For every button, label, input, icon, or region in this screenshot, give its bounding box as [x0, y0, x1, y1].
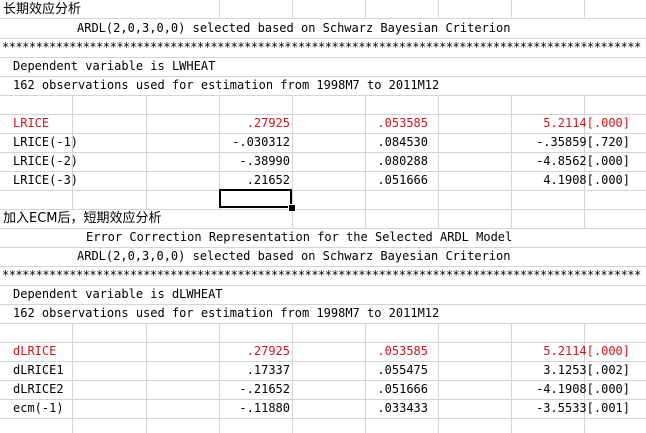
- section2-separator: ****************************************…: [2, 268, 642, 282]
- fill-handle[interactable]: [288, 204, 296, 212]
- coefficient: .27925: [246, 116, 290, 130]
- section1-subtitle: ARDL(2,0,3,0,0) selected based on Schwar…: [77, 21, 511, 35]
- table-row: ecm(-1) -.11880 .033433 -3.5533[.001]: [0, 399, 646, 418]
- t-ratio: 5.2114[.000]: [543, 116, 630, 130]
- standard-error: .084530: [377, 135, 428, 149]
- section2-dependent-variable: Dependent variable is dLWHEAT: [13, 287, 223, 301]
- t-ratio: -4.1908[.000]: [536, 382, 630, 396]
- coefficient: .27925: [246, 344, 290, 358]
- grid-line: [0, 323, 646, 324]
- t-ratio: 4.1908[.000]: [543, 173, 630, 187]
- coefficient: .17337: [246, 363, 290, 377]
- section2-heading: 加入ECM后，短期效应分析: [3, 211, 162, 226]
- grid-line: [0, 95, 646, 96]
- variable-name: dLRICE1: [13, 363, 64, 377]
- variable-name: LRICE: [13, 116, 50, 130]
- t-ratio: 5.2114[.000]: [543, 344, 630, 358]
- variable-name: LRICE(-1): [13, 135, 79, 149]
- spreadsheet-grid[interactable]: 长期效应分析 ARDL(2,0,3,0,0) selected based on…: [0, 0, 646, 433]
- standard-error: .051666: [377, 382, 428, 396]
- section1-heading: 长期效应分析: [3, 2, 82, 17]
- section2-subtitle-ecm: Error Correction Representation for the …: [86, 230, 513, 244]
- table-row: dLRICE .27925 .053585 5.2114[.000]: [0, 342, 646, 361]
- variable-name: LRICE(-2): [13, 154, 79, 168]
- t-ratio: -3.5533[.001]: [536, 401, 630, 415]
- variable-name: dLRICE: [13, 344, 57, 358]
- section1-separator: ****************************************…: [2, 40, 642, 54]
- t-ratio: -4.8562[.000]: [536, 154, 630, 168]
- section1-observations: 162 observations used for estimation fro…: [13, 78, 440, 92]
- section1-dependent-variable: Dependent variable is LWHEAT: [13, 59, 216, 73]
- variable-name: LRICE(-3): [13, 173, 79, 187]
- table-row: LRICE(-1) -.030312 .084530 -.35859[.720]: [0, 133, 646, 152]
- variable-name: dLRICE2: [13, 382, 64, 396]
- standard-error: .055475: [377, 363, 428, 377]
- table-row: dLRICE1 .17337 .055475 3.1253[.002]: [0, 361, 646, 380]
- grid-line: [0, 418, 646, 419]
- table-row: LRICE(-3) .21652 .051666 4.1908[.000]: [0, 171, 646, 190]
- table-row: dLRICE2 -.21652 .051666 -4.1908[.000]: [0, 380, 646, 399]
- standard-error: .051666: [377, 173, 428, 187]
- coefficient: -.030312: [232, 135, 290, 149]
- standard-error: .080288: [377, 154, 428, 168]
- coefficient: -.38990: [239, 154, 290, 168]
- standard-error: .053585: [377, 116, 428, 130]
- table-row: LRICE(-2) -.38990 .080288 -4.8562[.000]: [0, 152, 646, 171]
- table-row: LRICE .27925 .053585 5.2114[.000]: [0, 114, 646, 133]
- standard-error: .033433: [377, 401, 428, 415]
- coefficient: .21652: [246, 173, 290, 187]
- section2-subtitle-ardl: ARDL(2,0,3,0,0) selected based on Schwar…: [77, 249, 511, 263]
- selected-cell[interactable]: [219, 189, 292, 208]
- coefficient: -.21652: [239, 382, 290, 396]
- section2-observations: 162 observations used for estimation fro…: [13, 306, 440, 320]
- coefficient: -.11880: [239, 401, 290, 415]
- t-ratio: 3.1253[.002]: [543, 363, 630, 377]
- standard-error: .053585: [377, 344, 428, 358]
- t-ratio: -.35859[.720]: [536, 135, 630, 149]
- variable-name: ecm(-1): [13, 401, 64, 415]
- grid-line: [0, 190, 646, 191]
